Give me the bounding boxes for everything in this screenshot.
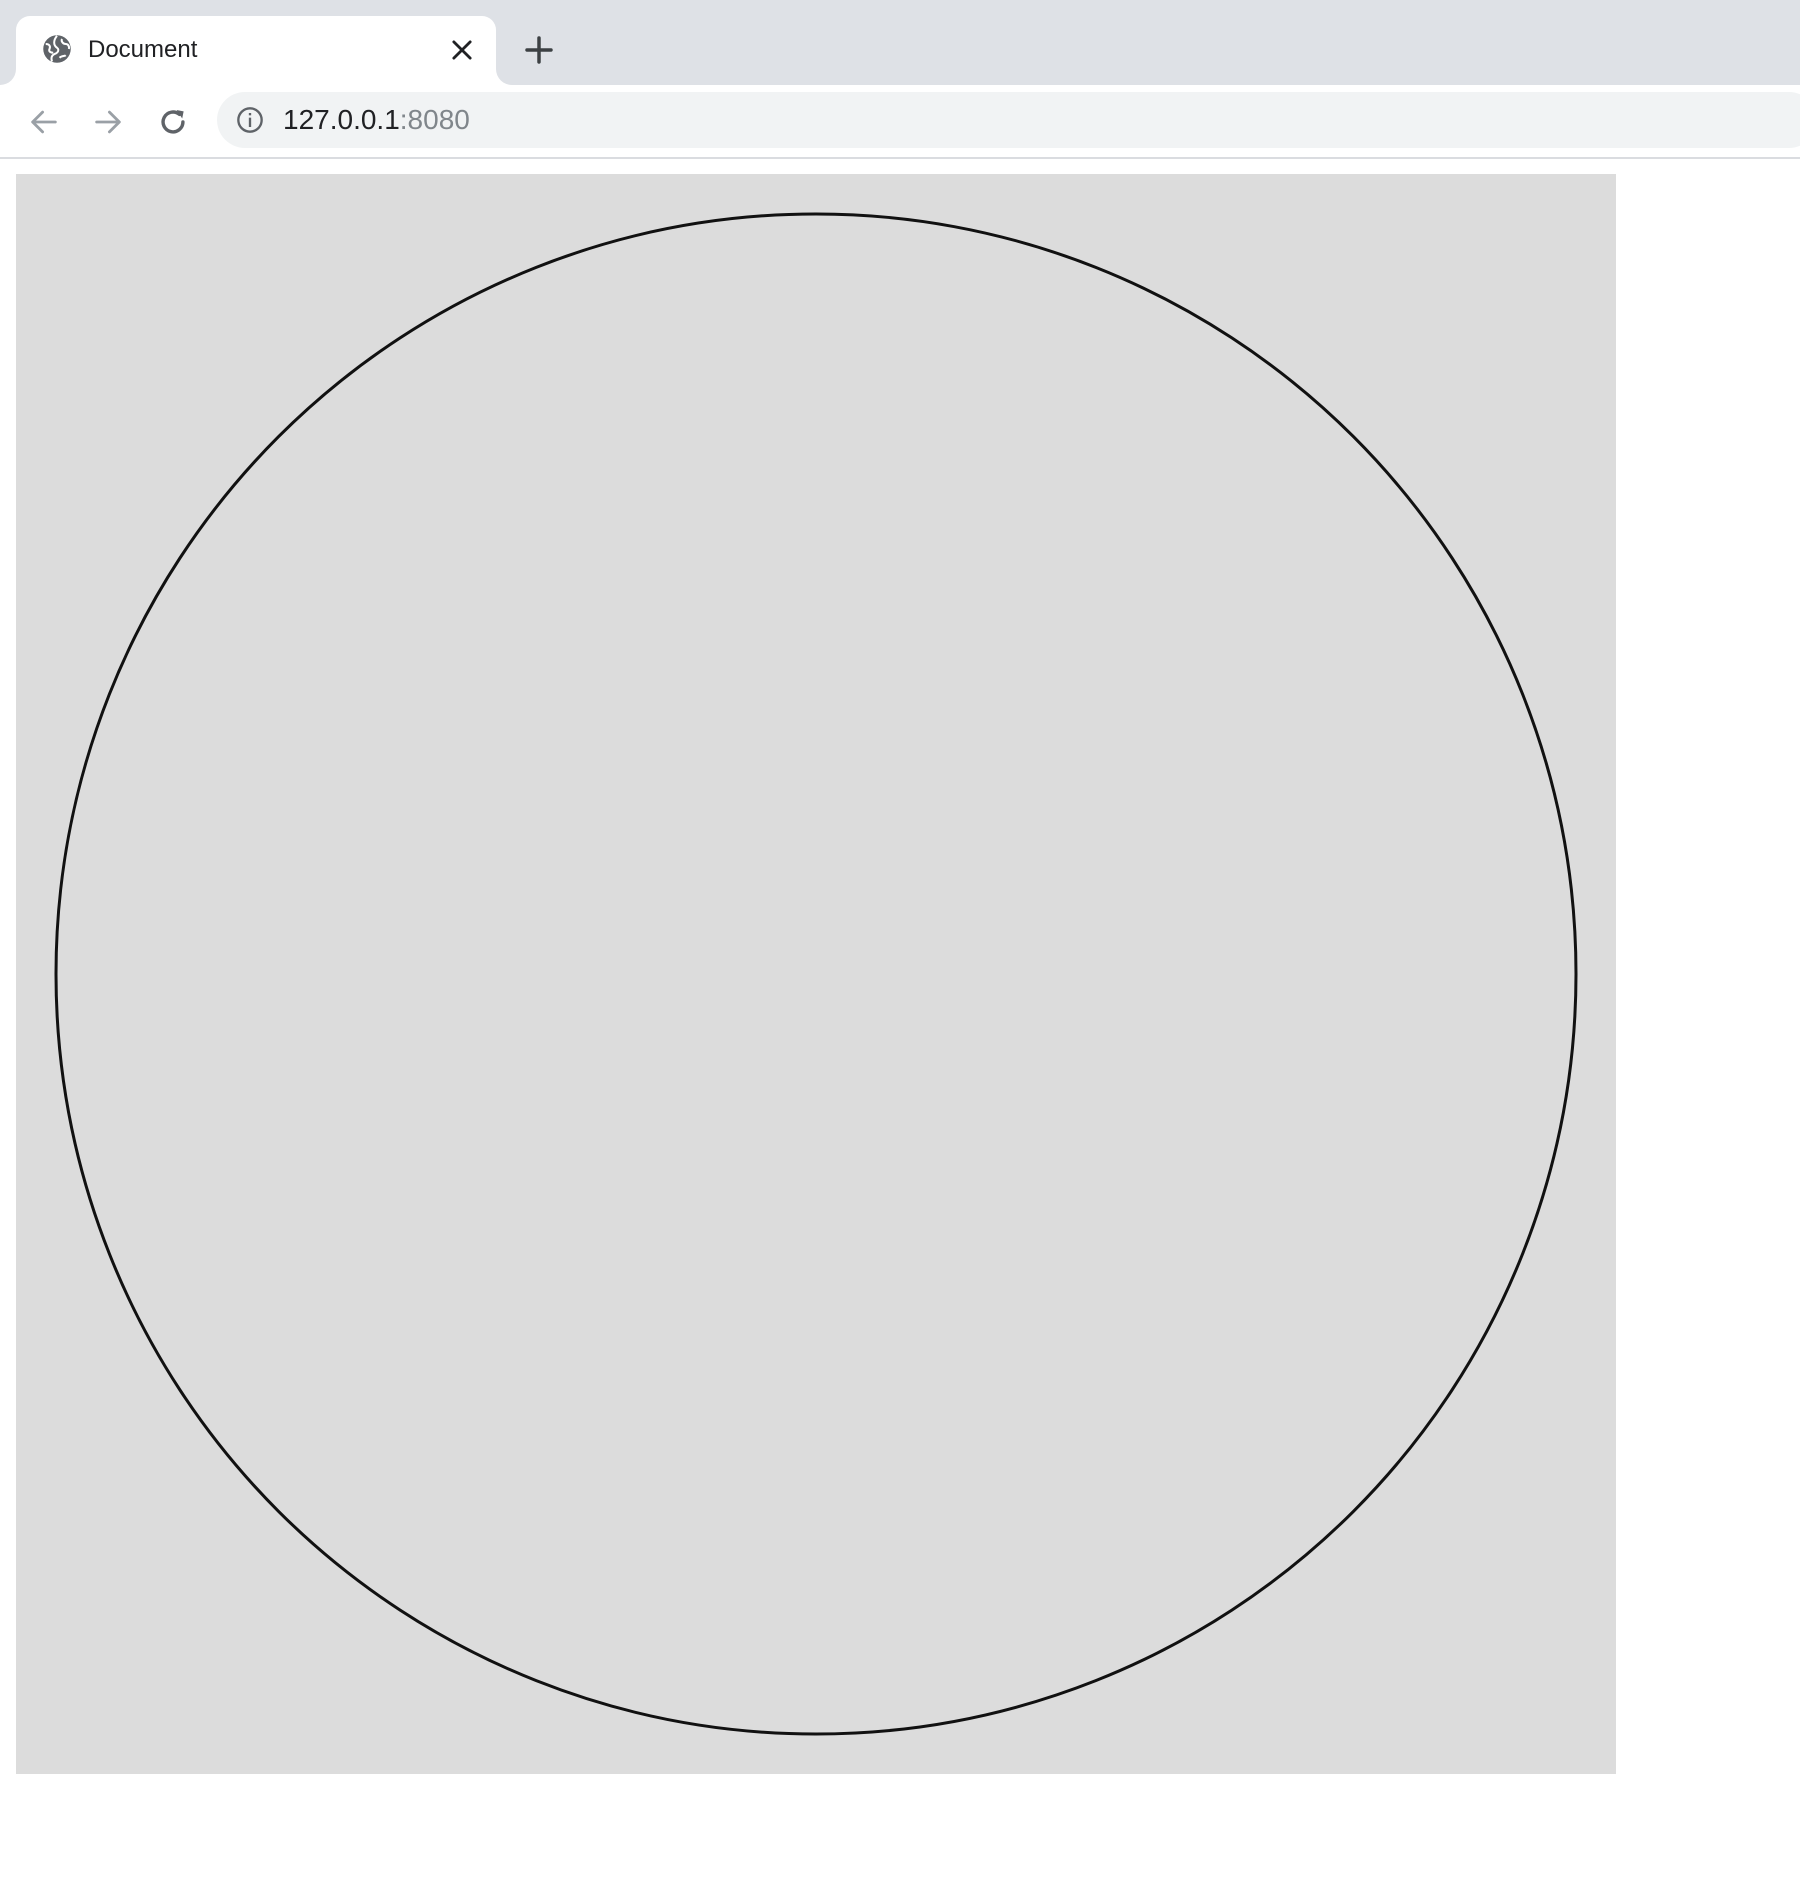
reload-icon[interactable] (156, 105, 190, 139)
tab-curve-right (496, 69, 512, 85)
url-host: 127.0.0.1 (283, 104, 400, 135)
circle-shape (54, 212, 1578, 1736)
browser-toolbar: 127.0.0.1:8080 (0, 85, 1800, 159)
close-icon[interactable] (448, 36, 476, 64)
plus-icon[interactable] (523, 34, 555, 66)
browser-tab[interactable]: Document (0, 16, 512, 85)
canvas-drawing (54, 212, 1578, 1736)
url-port: :8080 (399, 104, 470, 135)
tab-curve-left (0, 69, 16, 85)
globe-icon (43, 35, 71, 63)
tab-title: Document (88, 36, 198, 63)
arrow-left-icon[interactable] (27, 105, 61, 139)
page-canvas (16, 174, 1616, 1774)
url-text[interactable]: 127.0.0.1:8080 (283, 105, 470, 135)
arrow-right-icon[interactable] (91, 105, 125, 139)
info-icon[interactable] (236, 106, 264, 134)
address-bar[interactable]: 127.0.0.1:8080 (217, 92, 1800, 148)
tab-strip: Document (0, 0, 1800, 85)
